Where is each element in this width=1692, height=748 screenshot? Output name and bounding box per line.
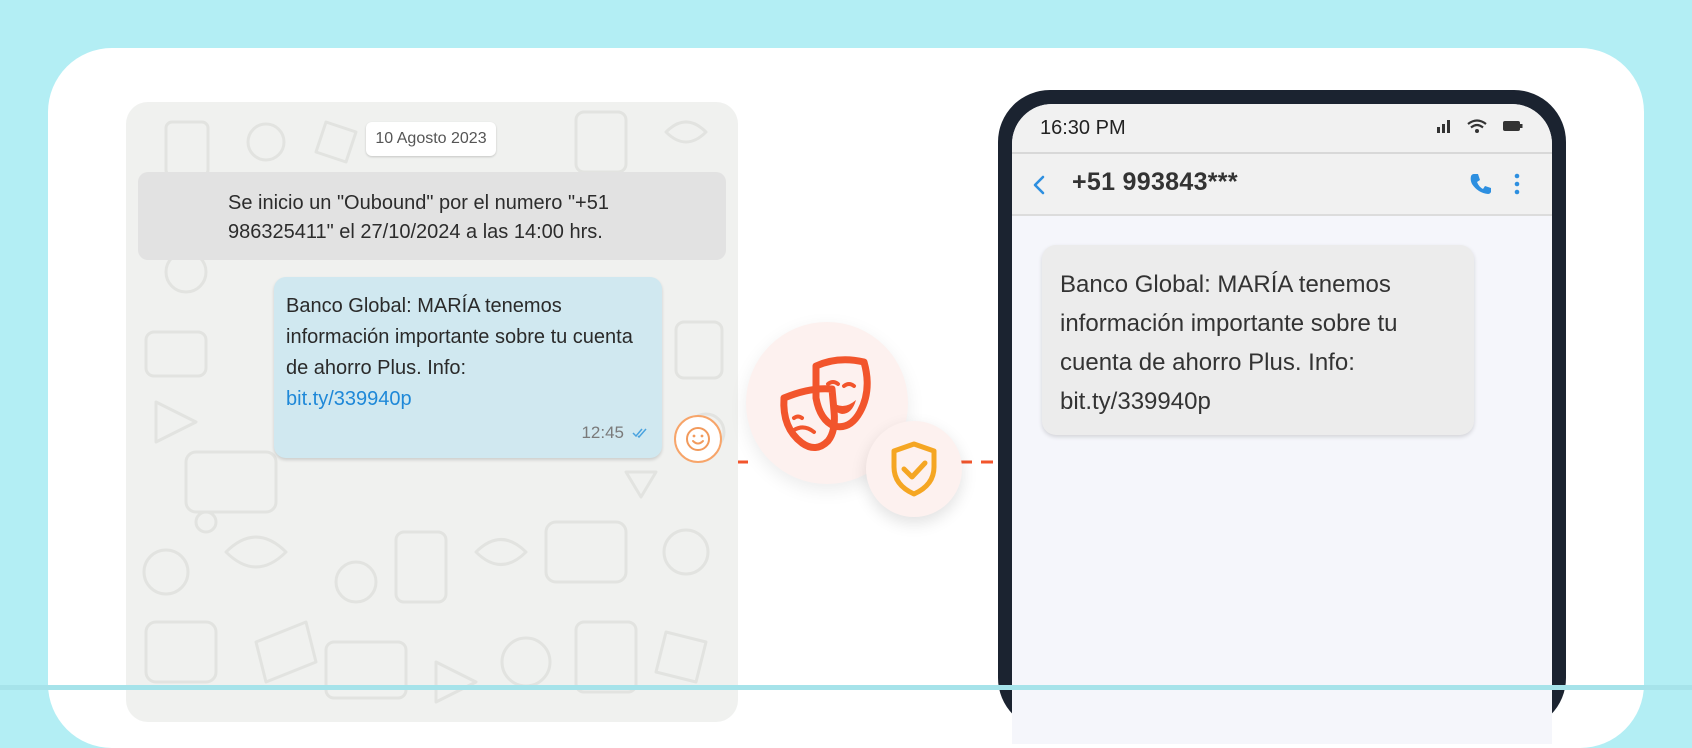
reaction-button[interactable] [674, 415, 722, 463]
battery-icon [1503, 121, 1523, 131]
signal-icon [1437, 120, 1450, 133]
status-bar: 16:30 PM [1012, 104, 1552, 152]
message-meta: 12:45 [581, 417, 648, 448]
wifi-icon [1467, 119, 1487, 133]
phone-frame: 16:30 PM +51 993843*** Banco Global: MAR… [998, 90, 1566, 744]
bottom-edge [0, 685, 1692, 690]
sms-message-bubble: Banco Global: MARÍA tenemos información … [1042, 245, 1474, 435]
message-time: 12:45 [581, 423, 624, 442]
back-icon[interactable] [1032, 174, 1046, 196]
message-text: Banco Global: MARÍA tenemos información … [286, 295, 633, 379]
phone-call-icon[interactable] [1468, 171, 1494, 197]
sms-line: Banco Global: MARÍA tenemos [1060, 271, 1391, 298]
more-vertical-icon[interactable] [1512, 171, 1522, 197]
sms-line: información importante sobre tu [1060, 310, 1398, 337]
date-chip: 10 Agosto 2023 [366, 122, 496, 156]
shield-check-icon [891, 441, 937, 497]
double-check-icon [632, 428, 647, 438]
status-time: 16:30 PM [1040, 117, 1126, 139]
connector-line-right [960, 460, 1002, 464]
smiley-icon [686, 427, 710, 451]
connector-line-left [738, 460, 752, 464]
message-link[interactable]: bit.ty/339940p [286, 388, 412, 410]
sms-line: cuenta de ahorro Plus. Info: [1060, 349, 1355, 376]
contact-number: +51 993843*** [1072, 168, 1238, 196]
whatsapp-message-bubble: Banco Global: MARÍA tenemos información … [274, 277, 662, 458]
system-message: Se inicio un "Oubound" por el numero "+5… [138, 172, 726, 260]
shield-badge [866, 421, 962, 517]
theater-masks-icon [780, 356, 871, 451]
chat-panel: 10 Agosto 2023 Se inicio un "Oubound" po… [126, 102, 738, 722]
status-icons [1436, 118, 1524, 134]
sms-link[interactable]: bit.ty/339940p [1060, 382, 1456, 421]
app-bar: +51 993843*** [1012, 152, 1552, 216]
phone-screen: 16:30 PM +51 993843*** Banco Global: MAR… [1012, 104, 1552, 744]
